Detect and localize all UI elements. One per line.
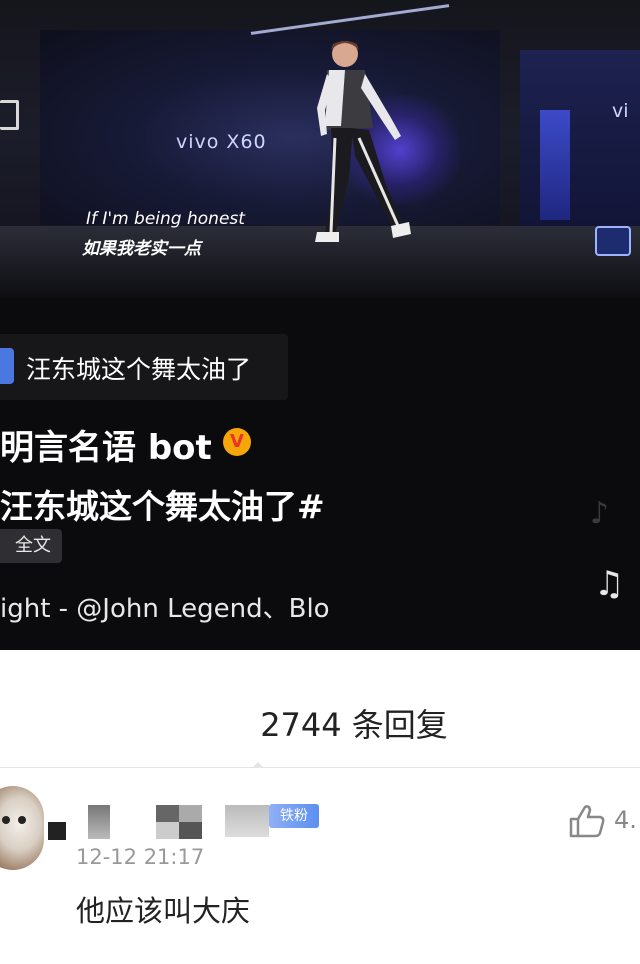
music-note-icon[interactable]: ♫ [594, 564, 624, 604]
topic-chip[interactable]: 汪东城这个舞太油了 [0, 334, 288, 400]
music-track-label[interactable]: ight - @John Legend、Blo [0, 588, 386, 625]
comment-text: 他应该叫大庆 [76, 894, 251, 928]
redacted-block [48, 822, 66, 840]
like-count: 4. [614, 806, 637, 834]
topic-icon [0, 348, 14, 384]
verified-badge-icon: V [223, 428, 251, 456]
subtitle-english: If I'm being honest [86, 209, 245, 229]
redacted-username-part [156, 822, 202, 839]
redacted-username-part [88, 805, 110, 839]
full-text-button[interactable]: 全文 [0, 529, 62, 563]
fan-badge: 铁粉 [269, 804, 319, 828]
redacted-username-part [225, 805, 269, 837]
frame-bracket-icon [0, 100, 19, 130]
avatar-eye [2, 816, 10, 824]
author-name[interactable]: 明言名语 bot [0, 420, 212, 469]
stage-pillar [540, 110, 570, 220]
divider [0, 767, 640, 768]
video-brand-text: vivo X60 [176, 131, 267, 153]
subtitle-chinese: 如果我老实一点 [82, 239, 201, 259]
post-text: 汪东城这个舞太油了# [0, 487, 325, 526]
comment-time: 12-12 21:17 [76, 845, 205, 869]
dancer-figure [315, 41, 411, 242]
avatar-eye [18, 816, 26, 824]
topic-chip-label: 汪东城这个舞太油了 [26, 355, 252, 384]
post-header: vivo X60 vi If I'm being honest 如果我老实一点 [0, 0, 640, 650]
thumbs-up-icon[interactable] [568, 803, 606, 839]
music-note-faint-icon: ♪ [590, 496, 610, 531]
tv-logo-icon [595, 226, 631, 256]
video-brand-text-right: vi [612, 100, 629, 122]
divider-pointer [252, 762, 264, 768]
stage-wall [520, 50, 640, 250]
avatar[interactable] [0, 786, 44, 870]
video-player[interactable]: vivo X60 vi If I'm being honest 如果我老实一点 [0, 0, 640, 298]
reply-count: 2744 条回复 [260, 706, 448, 744]
